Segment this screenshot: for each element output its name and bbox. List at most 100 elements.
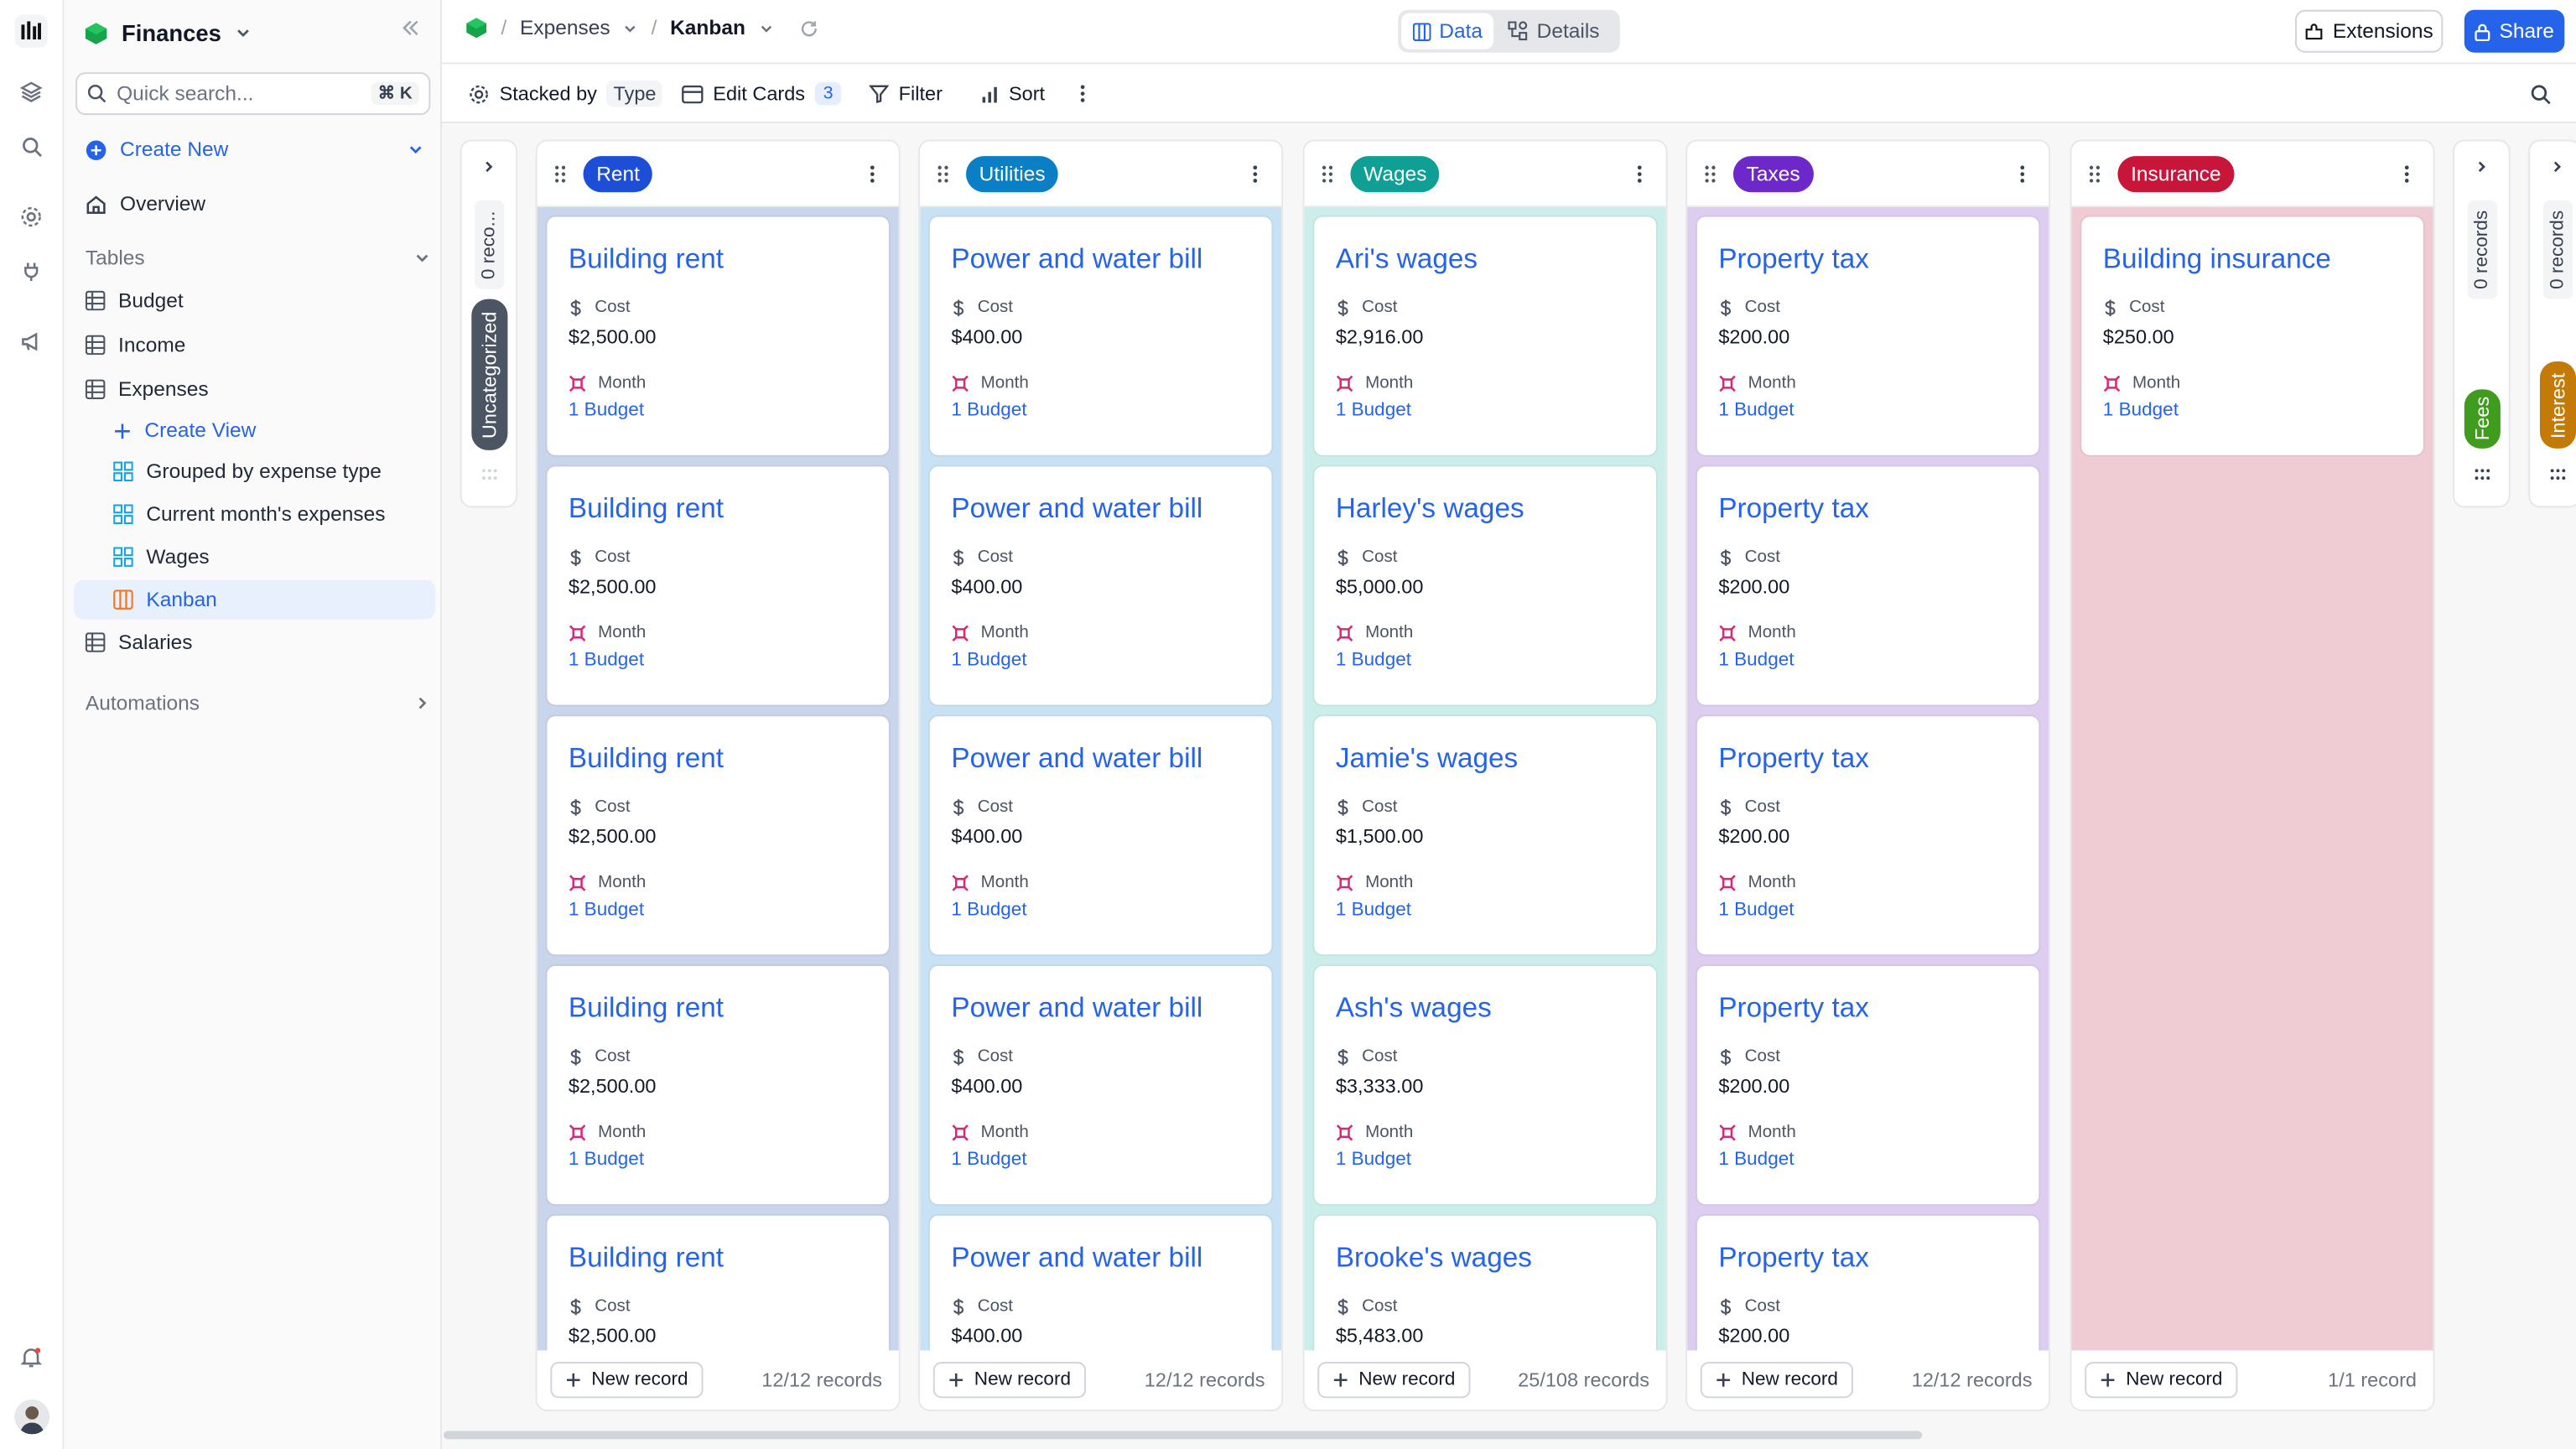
filter-button[interactable]: Filter: [869, 79, 943, 108]
chevron-right-icon[interactable]: [481, 159, 496, 174]
tab-details[interactable]: Details: [1498, 13, 1612, 49]
budget-link[interactable]: 1 Budget: [951, 901, 1250, 921]
drag-handle-icon[interactable]: [937, 164, 950, 184]
budget-link[interactable]: 1 Budget: [1718, 1150, 2018, 1170]
sidebar-item-grouped-view[interactable]: Grouped by expense type: [74, 452, 435, 491]
breadcrumb-table[interactable]: Expenses: [520, 17, 610, 39]
column-uncategorized-collapsed[interactable]: 0 reco... Uncategorized: [460, 139, 518, 508]
drag-handle-icon[interactable]: [2088, 164, 2101, 184]
kanban-card[interactable]: Power and water billCost$400.00Month1 Bu…: [929, 1215, 1272, 1351]
kanban-card[interactable]: Property taxCost$200.00Month1 Budget: [1696, 966, 2039, 1205]
drag-handle-icon[interactable]: [1321, 164, 1334, 184]
sidebar-item-expenses[interactable]: Expenses: [74, 370, 435, 409]
new-record-button[interactable]: New record: [1317, 1362, 1471, 1399]
sidebar-item-wages-view[interactable]: Wages: [74, 538, 435, 577]
layers-icon[interactable]: [15, 75, 48, 108]
workspace-switcher[interactable]: Finances: [84, 17, 251, 49]
refresh-icon[interactable]: [800, 19, 818, 38]
chevron-down-icon[interactable]: [623, 20, 638, 35]
create-new-button[interactable]: Create New: [74, 130, 435, 169]
share-button[interactable]: Share: [2464, 9, 2565, 53]
column-fees-collapsed[interactable]: 0 records Fees: [2453, 139, 2511, 508]
budget-link[interactable]: 1 Budget: [569, 901, 868, 921]
kanban-card[interactable]: Property taxCost$200.00Month1 Budget: [1696, 466, 2039, 705]
kanban-card[interactable]: Brooke's wagesCost$5,483.00Month1 Budget: [1314, 1215, 1656, 1351]
search-icon[interactable]: [15, 130, 48, 163]
sidebar-item-kanban-view[interactable]: Kanban: [74, 579, 436, 620]
extensions-button[interactable]: Extensions: [2295, 9, 2444, 53]
kanban-card[interactable]: Harley's wages Cost $5,000.00 Month 1 Budget: [1314, 466, 1656, 705]
new-record-button[interactable]: New record: [932, 1362, 1086, 1399]
new-record-button[interactable]: New record: [1700, 1362, 1853, 1399]
breadcrumb-view[interactable]: Kanban: [670, 17, 745, 39]
automations-section-header[interactable]: Automations: [86, 692, 430, 714]
gear-icon[interactable]: [15, 200, 48, 233]
stacked-by-button[interactable]: Stacked by Type: [468, 79, 663, 108]
budget-link[interactable]: 1 Budget: [1336, 901, 1635, 921]
drag-handle-icon[interactable]: [481, 468, 498, 481]
budget-link[interactable]: 1 Budget: [1718, 651, 2018, 671]
new-record-button[interactable]: New record: [550, 1362, 704, 1399]
base-icon[interactable]: [465, 17, 487, 39]
sort-button[interactable]: Sort: [981, 79, 1045, 108]
kanban-card[interactable]: Power and water billCost$400.00Month1 Bu…: [929, 216, 1272, 455]
kanban-card[interactable]: Property taxCost$200.00Month1 Budget: [1696, 216, 2039, 455]
collapse-sidebar-icon[interactable]: [401, 18, 421, 39]
kanban-card[interactable]: Building rentCost$2,500.00Month1 Budget: [547, 466, 889, 705]
tables-section-header[interactable]: Tables: [86, 247, 430, 269]
edit-cards-button[interactable]: Edit Cards 3: [682, 79, 842, 108]
sidebar-item-overview[interactable]: Overview: [74, 184, 435, 223]
kanban-card[interactable]: Power and water billCost$400.00Month1 Bu…: [929, 716, 1272, 955]
kanban-card[interactable]: Power and water billCost$400.00Month1 Bu…: [929, 966, 1272, 1205]
kanban-card[interactable]: Power and water billCost$400.00Month1 Bu…: [929, 466, 1272, 705]
kanban-card[interactable]: Ash's wages Cost $3,333.00 Month 1 Budget: [1314, 966, 1656, 1205]
kanban-card[interactable]: Building rentCost$2,500.00Month1 Budget: [547, 216, 889, 455]
kanban-card[interactable]: Ari's wages Cost $2,916.00 Month 1 Budget: [1314, 216, 1656, 455]
budget-link[interactable]: 1 Budget: [951, 401, 1250, 421]
search-icon[interactable]: [2530, 79, 2551, 108]
kanban-card[interactable]: Property taxCost$200.00Month1 Budget: [1696, 1215, 2039, 1351]
budget-link[interactable]: 1 Budget: [1336, 1150, 1635, 1170]
sidebar-item-budget[interactable]: Budget: [74, 281, 435, 320]
kanban-card[interactable]: Building rentCost$2,500.00Month1 Budget: [547, 716, 889, 955]
more-icon[interactable]: [1079, 79, 1086, 108]
more-icon[interactable]: [2403, 164, 2417, 184]
more-icon[interactable]: [1636, 164, 1649, 184]
more-icon[interactable]: [2019, 164, 2033, 184]
bell-icon[interactable]: [15, 1341, 48, 1374]
plug-icon[interactable]: [15, 255, 48, 288]
new-record-button[interactable]: New record: [2085, 1362, 2238, 1399]
drag-handle-icon[interactable]: [2550, 468, 2567, 481]
budget-link[interactable]: 1 Budget: [1336, 651, 1635, 671]
chevron-right-icon[interactable]: [2475, 159, 2490, 174]
chevron-down-icon[interactable]: [759, 20, 774, 35]
more-icon[interactable]: [869, 164, 882, 184]
create-view-button[interactable]: Create View: [74, 411, 435, 450]
budget-link[interactable]: 1 Budget: [1336, 401, 1635, 421]
horizontal-scrollbar[interactable]: [443, 1431, 1923, 1440]
megaphone-icon[interactable]: [15, 325, 48, 358]
sidebar-item-current-month-view[interactable]: Current month's expenses: [74, 495, 435, 534]
kanban-card[interactable]: Building insurance Cost $250.00 Month 1 Budg…: [2081, 216, 2423, 455]
kanban-card[interactable]: Building rentCost$2,500.00Month1 Budget: [547, 966, 889, 1205]
kanban-card[interactable]: Property taxCost$200.00Month1 Budget: [1696, 716, 2039, 955]
avatar[interactable]: [14, 1400, 49, 1435]
more-icon[interactable]: [1252, 164, 1265, 184]
budget-link[interactable]: 1 Budget: [569, 651, 868, 671]
budget-link[interactable]: 1 Budget: [951, 651, 1250, 671]
kanban-card[interactable]: Jamie's wages Cost $1,500.00 Month 1 Budget: [1314, 716, 1656, 955]
budget-link[interactable]: 1 Budget: [2103, 401, 2402, 421]
budget-link[interactable]: 1 Budget: [951, 1150, 1250, 1170]
sidebar-item-income[interactable]: Income: [74, 325, 435, 365]
drag-handle-icon[interactable]: [2475, 468, 2491, 481]
budget-link[interactable]: 1 Budget: [569, 401, 868, 421]
quick-search-input[interactable]: Quick search... ⌘ K: [75, 72, 431, 116]
budget-link[interactable]: 1 Budget: [1718, 901, 2018, 921]
chevron-right-icon[interactable]: [2550, 159, 2565, 174]
sidebar-item-salaries[interactable]: Salaries: [74, 623, 435, 662]
drag-handle-icon[interactable]: [553, 164, 567, 184]
logo-icon[interactable]: [14, 14, 48, 48]
drag-handle-icon[interactable]: [1704, 164, 1717, 184]
budget-link[interactable]: 1 Budget: [1718, 401, 2018, 421]
kanban-card[interactable]: Building rentCost$2,500.00Month1 Budget: [547, 1215, 889, 1351]
